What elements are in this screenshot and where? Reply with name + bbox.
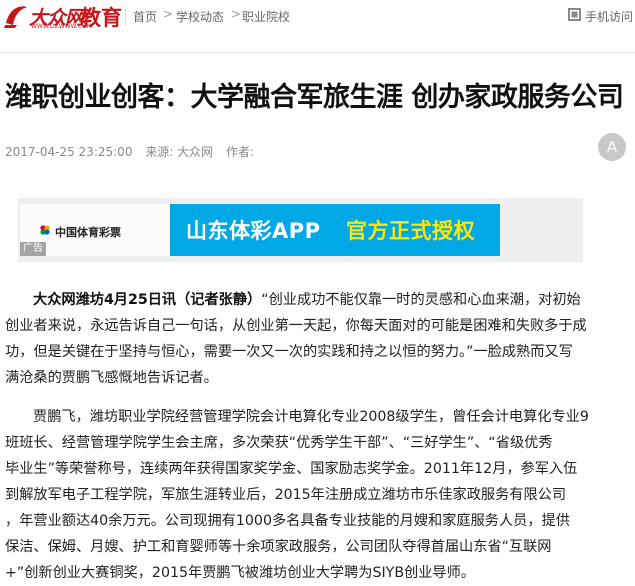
- article-title: 潍职创业创客：大学融合军旅生涯 创办家政服务公司: [5, 82, 624, 113]
- publish-date: 2017-04-25 23:25:00: [5, 145, 133, 159]
- article-meta: 2017-04-25 23:25:00 来源: 大众网 作者:: [5, 143, 263, 160]
- article-author: 作者:: [225, 145, 255, 159]
- header-divider: [125, 7, 126, 25]
- breadcrumb-home[interactable]: 首页: [133, 8, 157, 25]
- breadcrumb-separator: >: [231, 7, 242, 21]
- ad-slogan-panel: 山东体彩APP 官方正式授权: [170, 204, 500, 256]
- mobile-icon: [568, 8, 581, 21]
- logo-mark-icon: [4, 6, 27, 28]
- paragraph-line: 保洁、保姆、月嫂、护工和育婴师等十余项家政服务，公司团队夺得首届山东省“互联网: [5, 539, 552, 555]
- logo-edu: 教育: [80, 6, 122, 30]
- paragraph-line: 大众网潍坊4月25日讯（记者张静）“创业成功不能仅靠一时的灵感和心血来潮，对初始: [5, 287, 583, 313]
- ad-slogan-official: 官方正式授权: [346, 219, 475, 243]
- dateline: 大众网潍坊4月25日讯（记者张静）: [33, 292, 262, 308]
- paragraph-line: 班班长、经营管理学院学生会主席，多次荣获“优秀学生干部”、“三好学生”、“省级优…: [5, 435, 553, 451]
- ad-banner[interactable]: 中国体育彩票 山东体彩APP 官方正式授权 广告: [20, 204, 500, 256]
- quote-text: “创业成功不能仅靠一时的灵感和心血来潮，对初始: [261, 292, 581, 308]
- article-paragraph-1: 大众网潍坊4月25日讯（记者张静）“创业成功不能仅靠一时的灵感和心血来潮，对初始…: [5, 287, 587, 391]
- paragraph-line: 毕业生”等荣誉称号，连续两年获得国家奖学金、国家励志奖学金。2011年12月，参…: [5, 461, 578, 477]
- paragraph-line: 贾鹏飞，潍坊职业学院经营管理学院会计电算化专业2008级学生，曾任会计电算化专业…: [33, 409, 589, 425]
- article-paragraph-2: 贾鹏飞，潍坊职业学院经营管理学院会计电算化专业2008级学生，曾任会计电算化专业…: [5, 404, 589, 586]
- paragraph-line: 到解放军电子工程学院，军旅生涯转业后，2015年注册成立潍坊市乐佳家政服务有限公…: [5, 487, 567, 503]
- lottery-brand: 中国体育彩票: [55, 226, 121, 239]
- top-bar: 大众网 WWW.DZWWW.COM 教育 首页 > 学校动态 > 职业院校 手机…: [0, 0, 635, 32]
- breadcrumb-school-news[interactable]: 学校动态: [176, 8, 224, 25]
- ad-label: 广告: [20, 242, 46, 256]
- mobile-access-label: 手机访问: [585, 10, 634, 24]
- paragraph-line: 创业者来说，永远告诉自己一句话，从创业第一天起，你每天面对的可能是困难和失败多于…: [5, 318, 587, 334]
- header-divider-line: [0, 52, 635, 53]
- paragraph-line: +”创新创业大赛铜奖，2015年贾鹏飞被潍坊创业大学聘为SIYB创业导师。: [5, 565, 475, 581]
- article-source[interactable]: 来源: 大众网: [145, 145, 213, 159]
- breadcrumb-separator: >: [163, 7, 174, 21]
- ad-banner-container: 中国体育彩票 山东体彩APP 官方正式授权 广告: [18, 198, 583, 262]
- ad-slogan-app: 山东体彩APP: [186, 219, 321, 243]
- lottery-logo-icon: [40, 225, 50, 235]
- paragraph-line: 功，但是关键在于坚持与恒心，需要一次又一次的实践和持之以恒的努力。”一脸成熟而又…: [5, 344, 573, 360]
- paragraph-line: 满沧桑的贾鹏飞感慨地告诉记者。: [5, 370, 218, 386]
- breadcrumb-vocational[interactable]: 职业院校: [242, 8, 290, 25]
- font-size-button[interactable]: A: [598, 133, 626, 161]
- paragraph-line: ，年营业额达40余万元。公司现拥有1000多名具备专业技能的月嫂和家庭服务人员，…: [5, 513, 570, 529]
